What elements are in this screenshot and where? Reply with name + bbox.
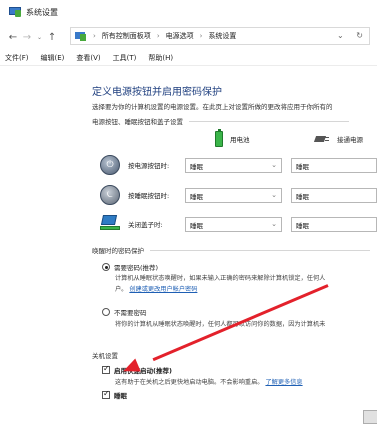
require-password-link-line: 户。 创建或更改用户帐户密码	[115, 284, 197, 293]
lid-close-battery-select[interactable]: 睡眠 ⌄	[185, 217, 282, 232]
power-button-row: ⏻ 按电源按钮时:	[100, 155, 183, 175]
sleep-option[interactable]: 睡眠	[102, 389, 127, 400]
battery-icon	[215, 129, 223, 147]
menu-file[interactable]: 文件(F)	[5, 53, 29, 63]
breadcrumb-power-options[interactable]: 电源选项	[166, 31, 194, 41]
sleep-button-battery-select[interactable]: 睡眠 ⌄	[185, 188, 282, 203]
no-password-option[interactable]: 不需要密码	[102, 307, 147, 317]
control-panel-icon	[9, 7, 21, 17]
sleep-option-label: 睡眠	[114, 392, 127, 400]
power-button-label: 按电源按钮时:	[128, 162, 170, 170]
battery-column-header: 用电池	[215, 129, 250, 147]
shutdown-section-header: 关机设置	[92, 350, 118, 360]
fast-startup-checkbox[interactable]	[102, 364, 110, 374]
power-plug-icon	[311, 134, 329, 144]
require-password-option[interactable]: 需要密码(推荐)	[102, 262, 158, 272]
power-button-battery-value: 睡眠	[190, 162, 203, 171]
menu-view[interactable]: 查看(V)	[76, 53, 100, 63]
address-bar[interactable]: › 所有控制面板项 › 电源选项 › 系统设置 ⌄ ↻	[70, 27, 370, 45]
fast-startup-description: 这有助于在关机之后更快地启动电脑。不会影响重启。	[115, 379, 264, 386]
power-button-battery-select[interactable]: 睡眠 ⌄	[185, 158, 282, 173]
content-area: 定义电源按钮并启用密码保护 选择要为你的计算机设置的电源设置。在此页上对设置所做…	[0, 67, 377, 438]
sleep-button-label: 按睡眠按钮时:	[128, 192, 170, 200]
menu-edit[interactable]: 编辑(E)	[41, 53, 65, 63]
fast-startup-description-line: 这有助于在关机之后更快地启动电脑。不会影响重启。 了解更多信息	[115, 377, 303, 386]
address-actions: ⌄ ↻	[327, 31, 363, 40]
breadcrumb-separator-icon: ›	[156, 32, 160, 40]
power-section-header: 电源按钮、睡眠按钮和盖子设置	[92, 116, 349, 126]
breadcrumb-separator-icon: ›	[199, 32, 203, 40]
sleep-button-battery-value: 睡眠	[190, 192, 203, 201]
shutdown-section-label: 关机设置	[92, 352, 118, 360]
plugged-column-label: 接通电源	[337, 136, 363, 144]
plugged-column-header: 接通电源	[311, 134, 363, 144]
chevron-down-icon: ⌄	[271, 191, 277, 199]
battery-column-label: 用电池	[230, 136, 250, 144]
lid-close-label: 关闭盖子时:	[128, 221, 163, 229]
sleep-button-plugged-value: 睡眠	[296, 192, 309, 201]
require-password-label: 需要密码(推荐)	[114, 264, 159, 272]
learn-more-link[interactable]: 了解更多信息	[265, 379, 302, 386]
address-row: ← → ⌄ ↑ › 所有控制面板项 › 电源选项 › 系统设置 ⌄ ↻	[0, 26, 377, 48]
address-dropdown-icon[interactable]: ⌄	[337, 31, 344, 40]
lid-close-battery-value: 睡眠	[190, 221, 203, 230]
page-description: 选择要为你的计算机设置的电源设置。在此页上对设置所做的更改将应用于你所有的	[92, 103, 333, 111]
menu-tools[interactable]: 工具(T)	[113, 53, 137, 63]
lid-close-row: 关闭盖子时:	[100, 215, 183, 233]
no-password-radio[interactable]	[102, 308, 110, 316]
breadcrumb-system-settings[interactable]: 系统设置	[208, 31, 236, 41]
change-password-link[interactable]: 创建或更改用户帐户密码	[129, 286, 197, 293]
menu-bar: 文件(F) 编辑(E) 查看(V) 工具(T) 帮助(H)	[0, 50, 377, 66]
laptop-lid-icon	[100, 215, 120, 233]
control-panel-small-icon	[75, 31, 87, 41]
no-password-label: 不需要密码	[114, 309, 147, 317]
breadcrumb-all-items[interactable]: 所有控制面板项	[102, 31, 151, 41]
section-divider	[189, 120, 349, 122]
breadcrumb-separator-icon: ›	[93, 32, 96, 40]
sleep-checkbox[interactable]	[102, 389, 110, 399]
recent-locations-chevron-icon[interactable]: ⌄	[37, 34, 42, 41]
require-password-radio[interactable]	[102, 263, 110, 271]
sleep-icon: ⏾	[100, 185, 120, 205]
power-button-plugged-select[interactable]: 睡眠	[291, 158, 377, 173]
power-section-label: 电源按钮、睡眠按钮和盖子设置	[92, 118, 183, 126]
require-password-description: 计算机从睡眠状态唤醒时，如果未输入正确的密码来解除计算机锁定，任何人	[115, 275, 326, 282]
password-section-header: 唤醒时的密码保护	[92, 245, 370, 255]
lid-close-plugged-value: 睡眠	[296, 221, 309, 230]
chevron-down-icon: ⌄	[271, 220, 277, 228]
save-changes-button[interactable]	[363, 410, 377, 424]
section-divider	[150, 249, 370, 251]
refresh-icon[interactable]: ↻	[356, 31, 363, 40]
sleep-button-row: ⏾ 按睡眠按钮时:	[100, 185, 183, 205]
no-password-description: 将你的计算机从睡眠状态唤醒时，任何人都可以访问你的数据，因为计算机未	[115, 321, 326, 328]
chevron-down-icon: ⌄	[271, 161, 277, 169]
window-title: 系统设置	[26, 7, 58, 17]
title-bar: 系统设置	[0, 0, 377, 24]
back-arrow-icon[interactable]: ←	[6, 32, 20, 43]
up-arrow-icon[interactable]: ↑	[45, 32, 59, 43]
menu-help[interactable]: 帮助(H)	[148, 53, 173, 63]
page-title: 定义电源按钮并启用密码保护	[92, 87, 222, 98]
power-button-plugged-value: 睡眠	[296, 162, 309, 171]
link-prefix: 户。	[115, 286, 128, 293]
forward-arrow-icon[interactable]: →	[20, 32, 34, 43]
power-icon: ⏻	[100, 155, 120, 175]
sleep-button-plugged-select[interactable]: 睡眠	[291, 188, 377, 203]
lid-close-plugged-select[interactable]: 睡眠	[291, 217, 377, 232]
password-section-label: 唤醒时的密码保护	[92, 247, 144, 255]
